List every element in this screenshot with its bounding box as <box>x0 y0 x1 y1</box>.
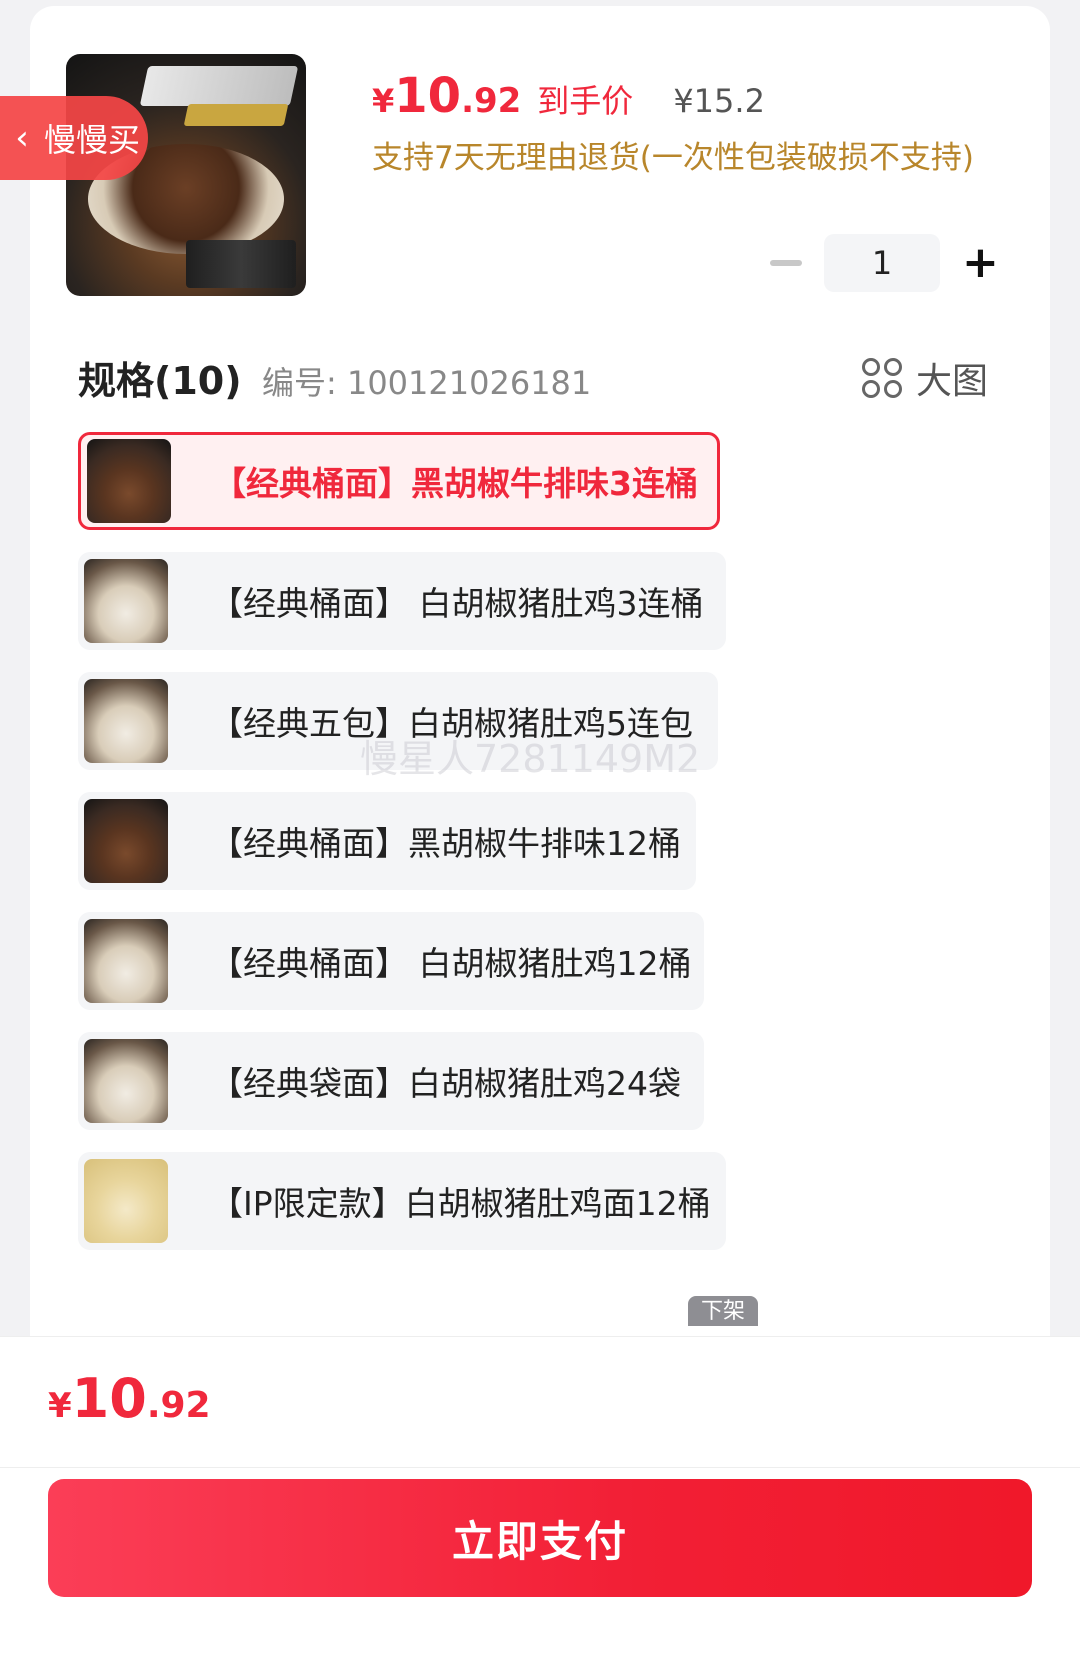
price-currency: ¥ <box>372 82 395 120</box>
spec-thumbnail <box>87 439 171 523</box>
spec-option-label: 【经典袋面】白胡椒猪肚鸡24袋 <box>210 1064 681 1103</box>
spec-thumbnail <box>84 1039 168 1123</box>
spec-code: 编号: 100121026181 <box>262 364 592 402</box>
price-decimal: .92 <box>461 81 522 121</box>
spec-thumbnail <box>84 1159 168 1243</box>
spec-option[interactable]: 【经典桶面】 白胡椒猪肚鸡3连桶 <box>78 552 726 650</box>
quantity-input[interactable]: 1 <box>824 234 940 292</box>
spec-option[interactable]: 【IP限定款】白胡椒猪肚鸡面12桶 <box>78 1152 726 1250</box>
slow-buy-label: 慢慢买 <box>44 121 141 159</box>
plus-button[interactable]: + <box>962 241 999 285</box>
price-label: 到手价 <box>537 82 634 120</box>
spec-option[interactable]: 【经典桶面】 白胡椒猪肚鸡12桶 <box>78 912 704 1010</box>
footer-divider <box>0 1467 1080 1468</box>
product-thumbnail-subbanner <box>183 104 289 126</box>
chevron-left-icon: ‹ <box>15 118 29 158</box>
spec-thumbnail <box>84 799 168 883</box>
spec-option[interactable]: 【经典桶面】黑胡椒牛排味12桶 <box>78 792 696 890</box>
pay-now-button[interactable]: 立即支付 <box>48 1479 1032 1597</box>
spec-thumbnail <box>84 679 168 763</box>
grid-icon <box>862 358 902 398</box>
spec-option-label: 【经典桶面】 白胡椒猪肚鸡3连桶 <box>210 584 704 623</box>
total-integer: 10 <box>71 1367 147 1430</box>
big-image-label: 大图 <box>916 361 989 402</box>
price-integer: 10 <box>394 68 462 124</box>
checkout-footer: ¥ 10 .92 立即支付 <box>0 1336 1080 1663</box>
quantity-stepper: 1 + <box>770 234 999 292</box>
original-price: ¥15.2 <box>673 82 765 120</box>
spec-thumbnail <box>84 919 168 1003</box>
total-currency: ¥ <box>48 1386 72 1426</box>
spec-option-label: 【经典桶面】 白胡椒猪肚鸡12桶 <box>210 944 692 983</box>
price-row: ¥ 10 .92 到手价 ¥15.2 <box>372 68 765 124</box>
spec-option-label: 【经典桶面】黑胡椒牛排味3连桶 <box>213 464 698 503</box>
slow-buy-tag[interactable]: ‹ 慢慢买 <box>0 96 148 180</box>
minus-icon[interactable] <box>770 260 802 266</box>
spec-option[interactable]: 【经典袋面】白胡椒猪肚鸡24袋 <box>78 1032 704 1130</box>
spec-thumbnail <box>84 559 168 643</box>
spec-option[interactable]: 【经典桶面】黑胡椒牛排味3连桶 <box>78 432 720 530</box>
spec-option-label: 【IP限定款】白胡椒猪肚鸡面12桶 <box>210 1184 711 1223</box>
spec-option-label: 【经典桶面】黑胡椒牛排味12桶 <box>210 824 681 863</box>
big-image-toggle[interactable]: 大图 <box>862 352 988 404</box>
total-decimal: .92 <box>146 1385 211 1426</box>
spec-title: 规格(10) <box>78 359 242 403</box>
product-thumbnail-banner <box>139 66 299 106</box>
total-price: ¥ 10 .92 <box>48 1367 211 1430</box>
sold-out-badge: 下架 <box>688 1296 758 1326</box>
product-thumbnail-packs <box>186 240 296 288</box>
watermark: 慢星人7281149M2 <box>360 737 701 781</box>
purchase-sheet: ¥ 10 .92 到手价 ¥15.2 支持7天无理由退货(一次性包装破损不支持)… <box>30 6 1050 1336</box>
return-policy-note: 支持7天无理由退货(一次性包装破损不支持) <box>372 140 974 176</box>
